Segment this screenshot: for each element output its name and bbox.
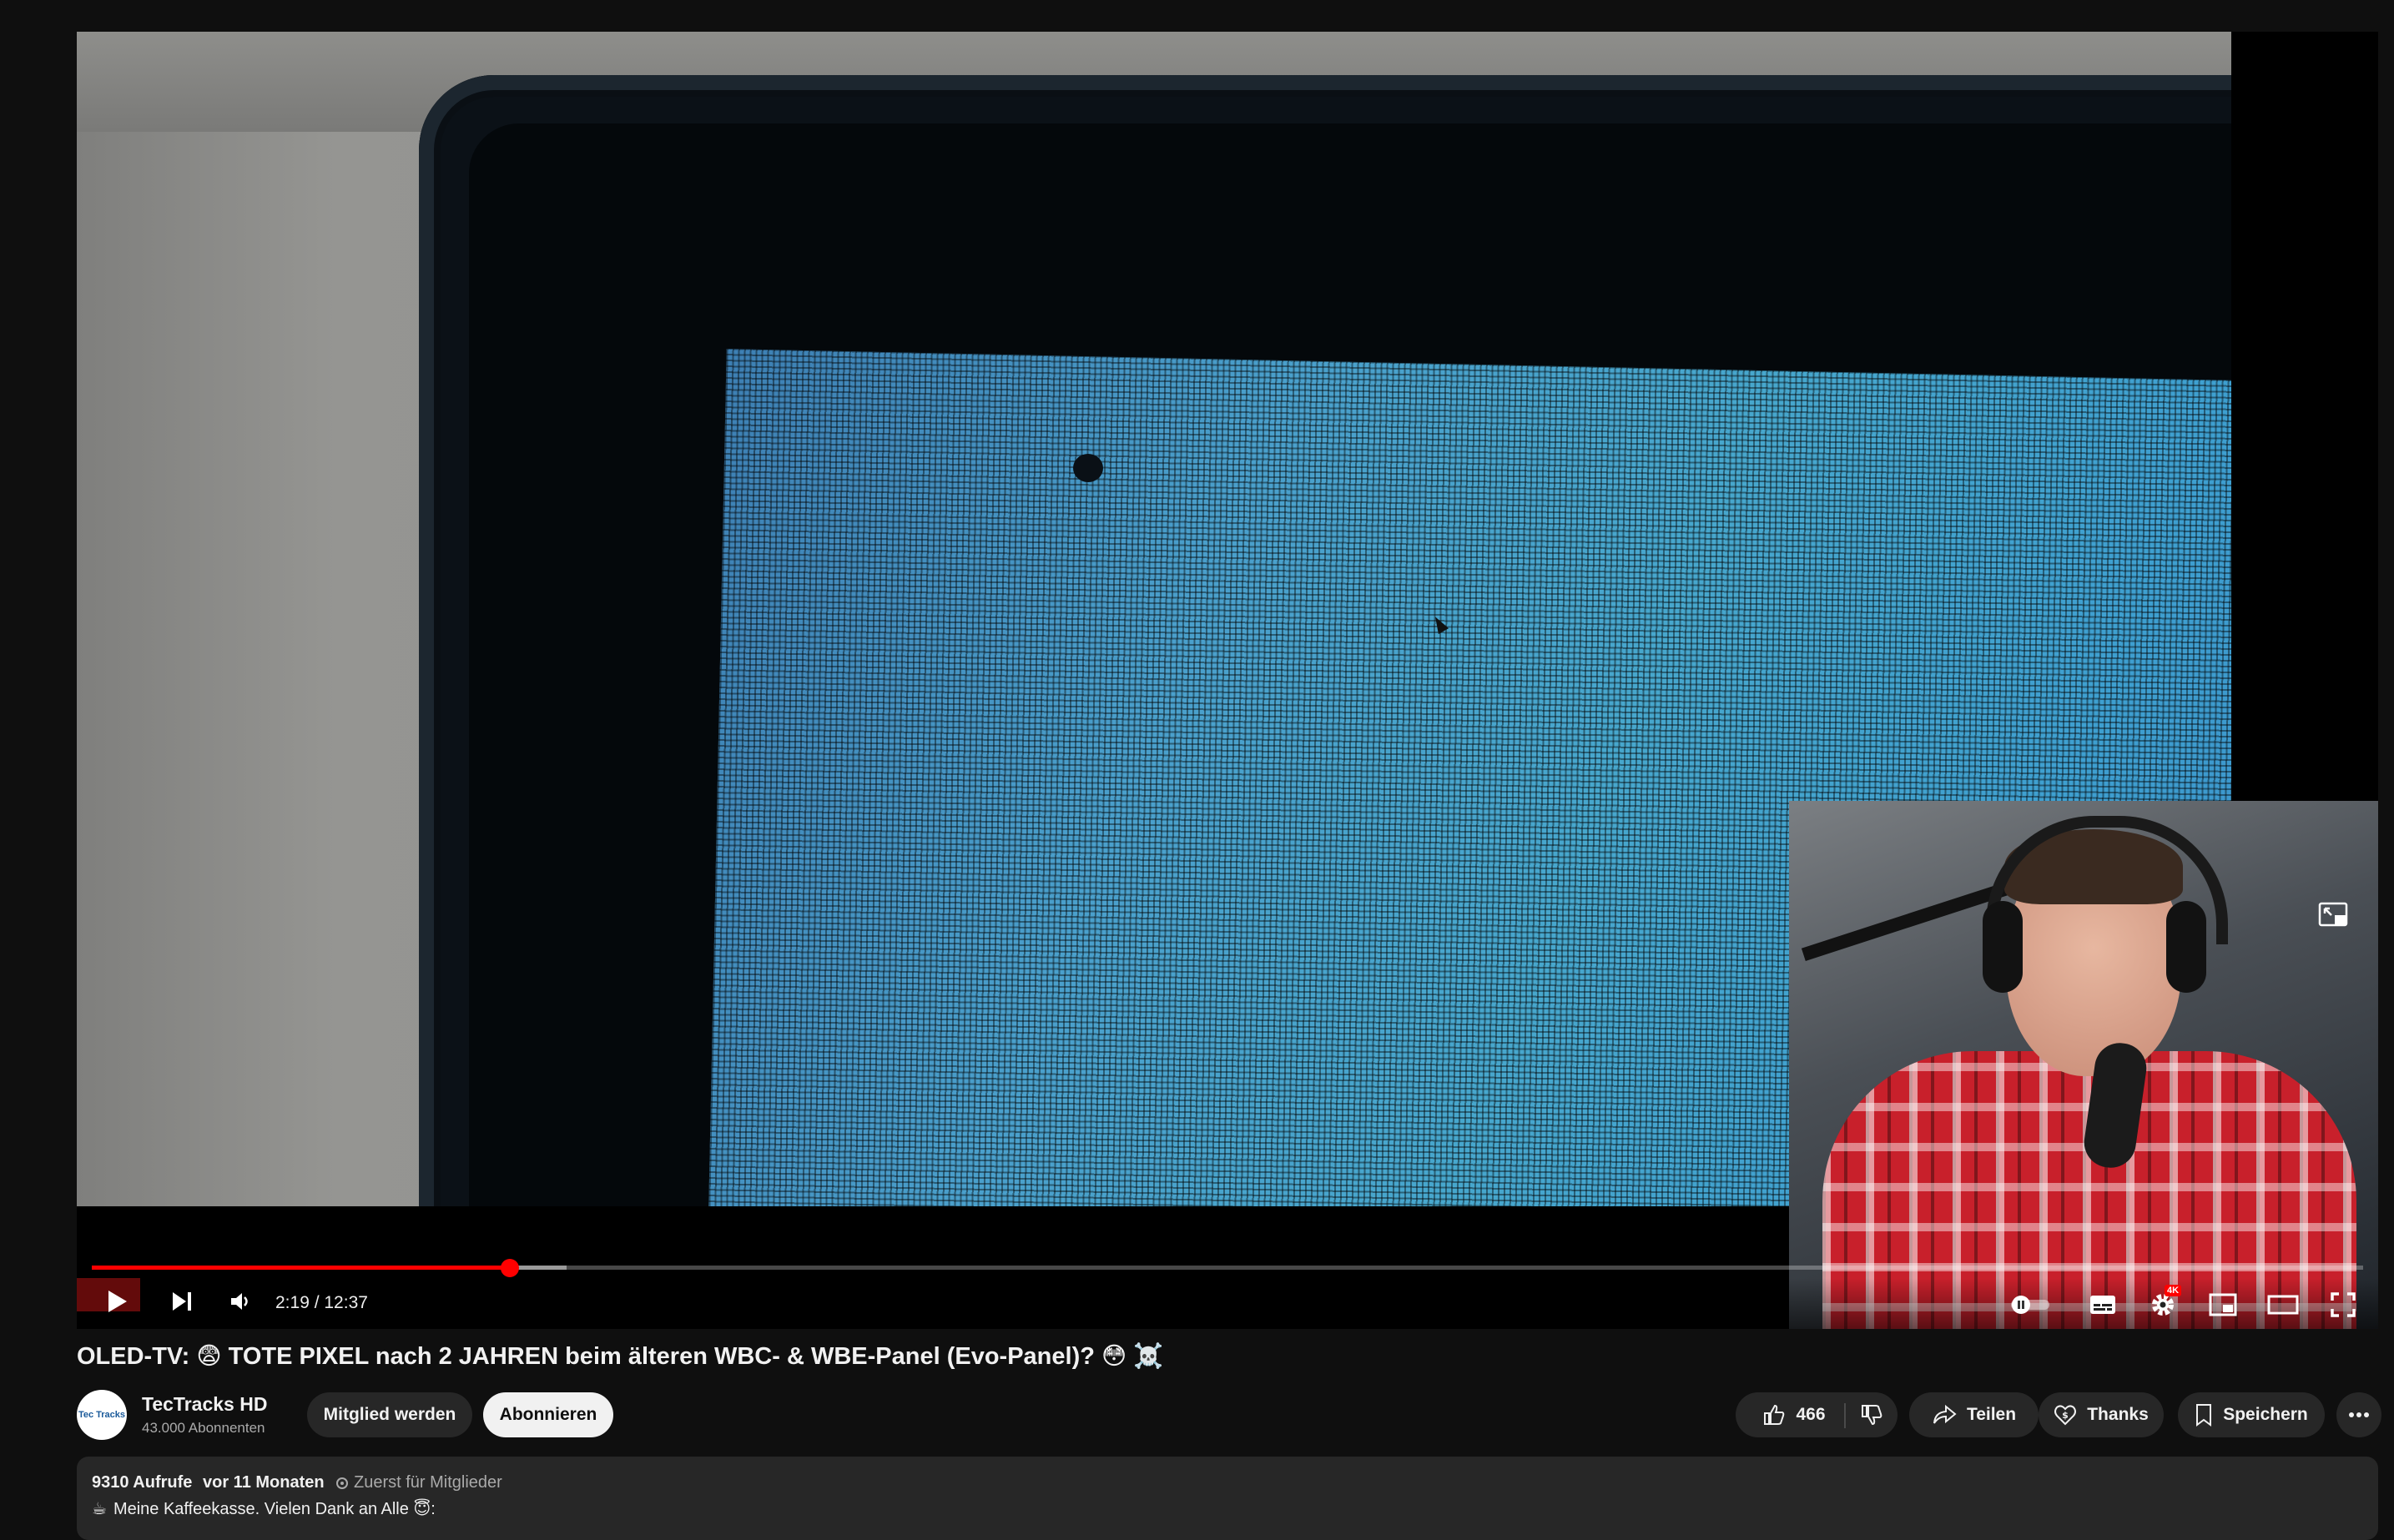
miniplayer-icon — [2209, 1293, 2237, 1316]
members-first-label: Zuerst für Mitglieder — [354, 1473, 502, 1492]
skip-next-icon — [173, 1292, 191, 1311]
video-player[interactable]: 2:19 / 12:37 4K — [77, 32, 2378, 1329]
bookmark-icon — [2196, 1404, 2212, 1427]
description-text: Meine Kaffeekasse. Vielen Dank an Alle 😇… — [113, 1500, 436, 1518]
save-button[interactable]: Speichern — [2178, 1392, 2325, 1437]
thumbs-up-icon — [1764, 1404, 1785, 1425]
svg-text:$: $ — [2062, 1410, 2069, 1421]
picture-in-picture-icon — [2318, 902, 2348, 927]
thanks-label: Thanks — [2087, 1405, 2149, 1424]
members-first-badge: Zuerst für Mitglieder — [335, 1473, 502, 1492]
theater-mode-button[interactable] — [2258, 1281, 2308, 1328]
thanks-button[interactable]: $ Thanks — [2039, 1392, 2164, 1437]
subscriber-count: 43.000 Abonnenten — [142, 1420, 265, 1436]
thumbs-down-icon — [1862, 1405, 1882, 1426]
fullscreen-button[interactable] — [2318, 1281, 2368, 1328]
subscribe-button[interactable]: Abonnieren — [483, 1392, 613, 1437]
next-video-button[interactable] — [157, 1278, 207, 1325]
miniplayer-button[interactable] — [2198, 1281, 2248, 1328]
join-membership-label: Mitglied werden — [323, 1405, 456, 1424]
members-star-icon — [336, 1477, 348, 1489]
share-label: Teilen — [1966, 1405, 2017, 1424]
picture-in-picture-button[interactable] — [2311, 894, 2356, 936]
channel-avatar[interactable]: Tec Tracks — [77, 1390, 127, 1440]
coffee-icon: ☕ — [92, 1500, 107, 1518]
progress-played — [92, 1266, 510, 1270]
facecam-headphone-left — [1983, 901, 2023, 993]
progress-scrubber[interactable] — [500, 1259, 519, 1277]
channel-avatar-text: Tec Tracks — [78, 1409, 126, 1420]
quality-badge: 4K — [2165, 1285, 2182, 1296]
theater-mode-icon — [2267, 1295, 2299, 1315]
upload-date: vor 11 Monaten — [203, 1473, 325, 1492]
like-button[interactable]: 466 — [1736, 1392, 1852, 1437]
channel-name[interactable]: TecTracks HD — [142, 1393, 267, 1416]
subtitles-button[interactable] — [2078, 1281, 2128, 1328]
save-label: Speichern — [2223, 1405, 2308, 1424]
thanks-heart-icon: $ — [2054, 1405, 2077, 1426]
more-actions-button[interactable] — [2336, 1392, 2381, 1437]
more-horizontal-icon — [2349, 1412, 2369, 1417]
volume-icon — [231, 1293, 248, 1310]
share-icon — [1933, 1404, 1957, 1424]
autoplay-toggle-icon — [2011, 1296, 2049, 1314]
description-first-line: ☕ Meine Kaffeekasse. Vielen Dank an Alle… — [92, 1498, 436, 1519]
video-dead-pixel — [1073, 454, 1103, 482]
video-title: OLED-TV: 😨 TOTE PIXEL nach 2 JAHREN beim… — [77, 1343, 1164, 1370]
play-icon — [108, 1291, 127, 1312]
share-button[interactable]: Teilen — [1909, 1392, 2039, 1437]
volume-button[interactable] — [215, 1278, 265, 1325]
facecam-overlay — [1789, 801, 2378, 1329]
time-display: 2:19 / 12:37 — [275, 1293, 368, 1312]
like-count: 466 — [1796, 1405, 1826, 1424]
subscribe-label: Abonnieren — [499, 1405, 597, 1424]
autoplay-toggle[interactable] — [2004, 1283, 2058, 1326]
view-count: 9310 Aufrufe — [92, 1473, 193, 1492]
play-button[interactable] — [92, 1278, 144, 1325]
dislike-button[interactable] — [1846, 1392, 1898, 1437]
join-membership-button[interactable]: Mitglied werden — [307, 1392, 472, 1437]
subtitles-icon — [2090, 1296, 2115, 1314]
facecam-headphone-right — [2166, 901, 2206, 993]
fullscreen-icon — [2331, 1292, 2356, 1317]
